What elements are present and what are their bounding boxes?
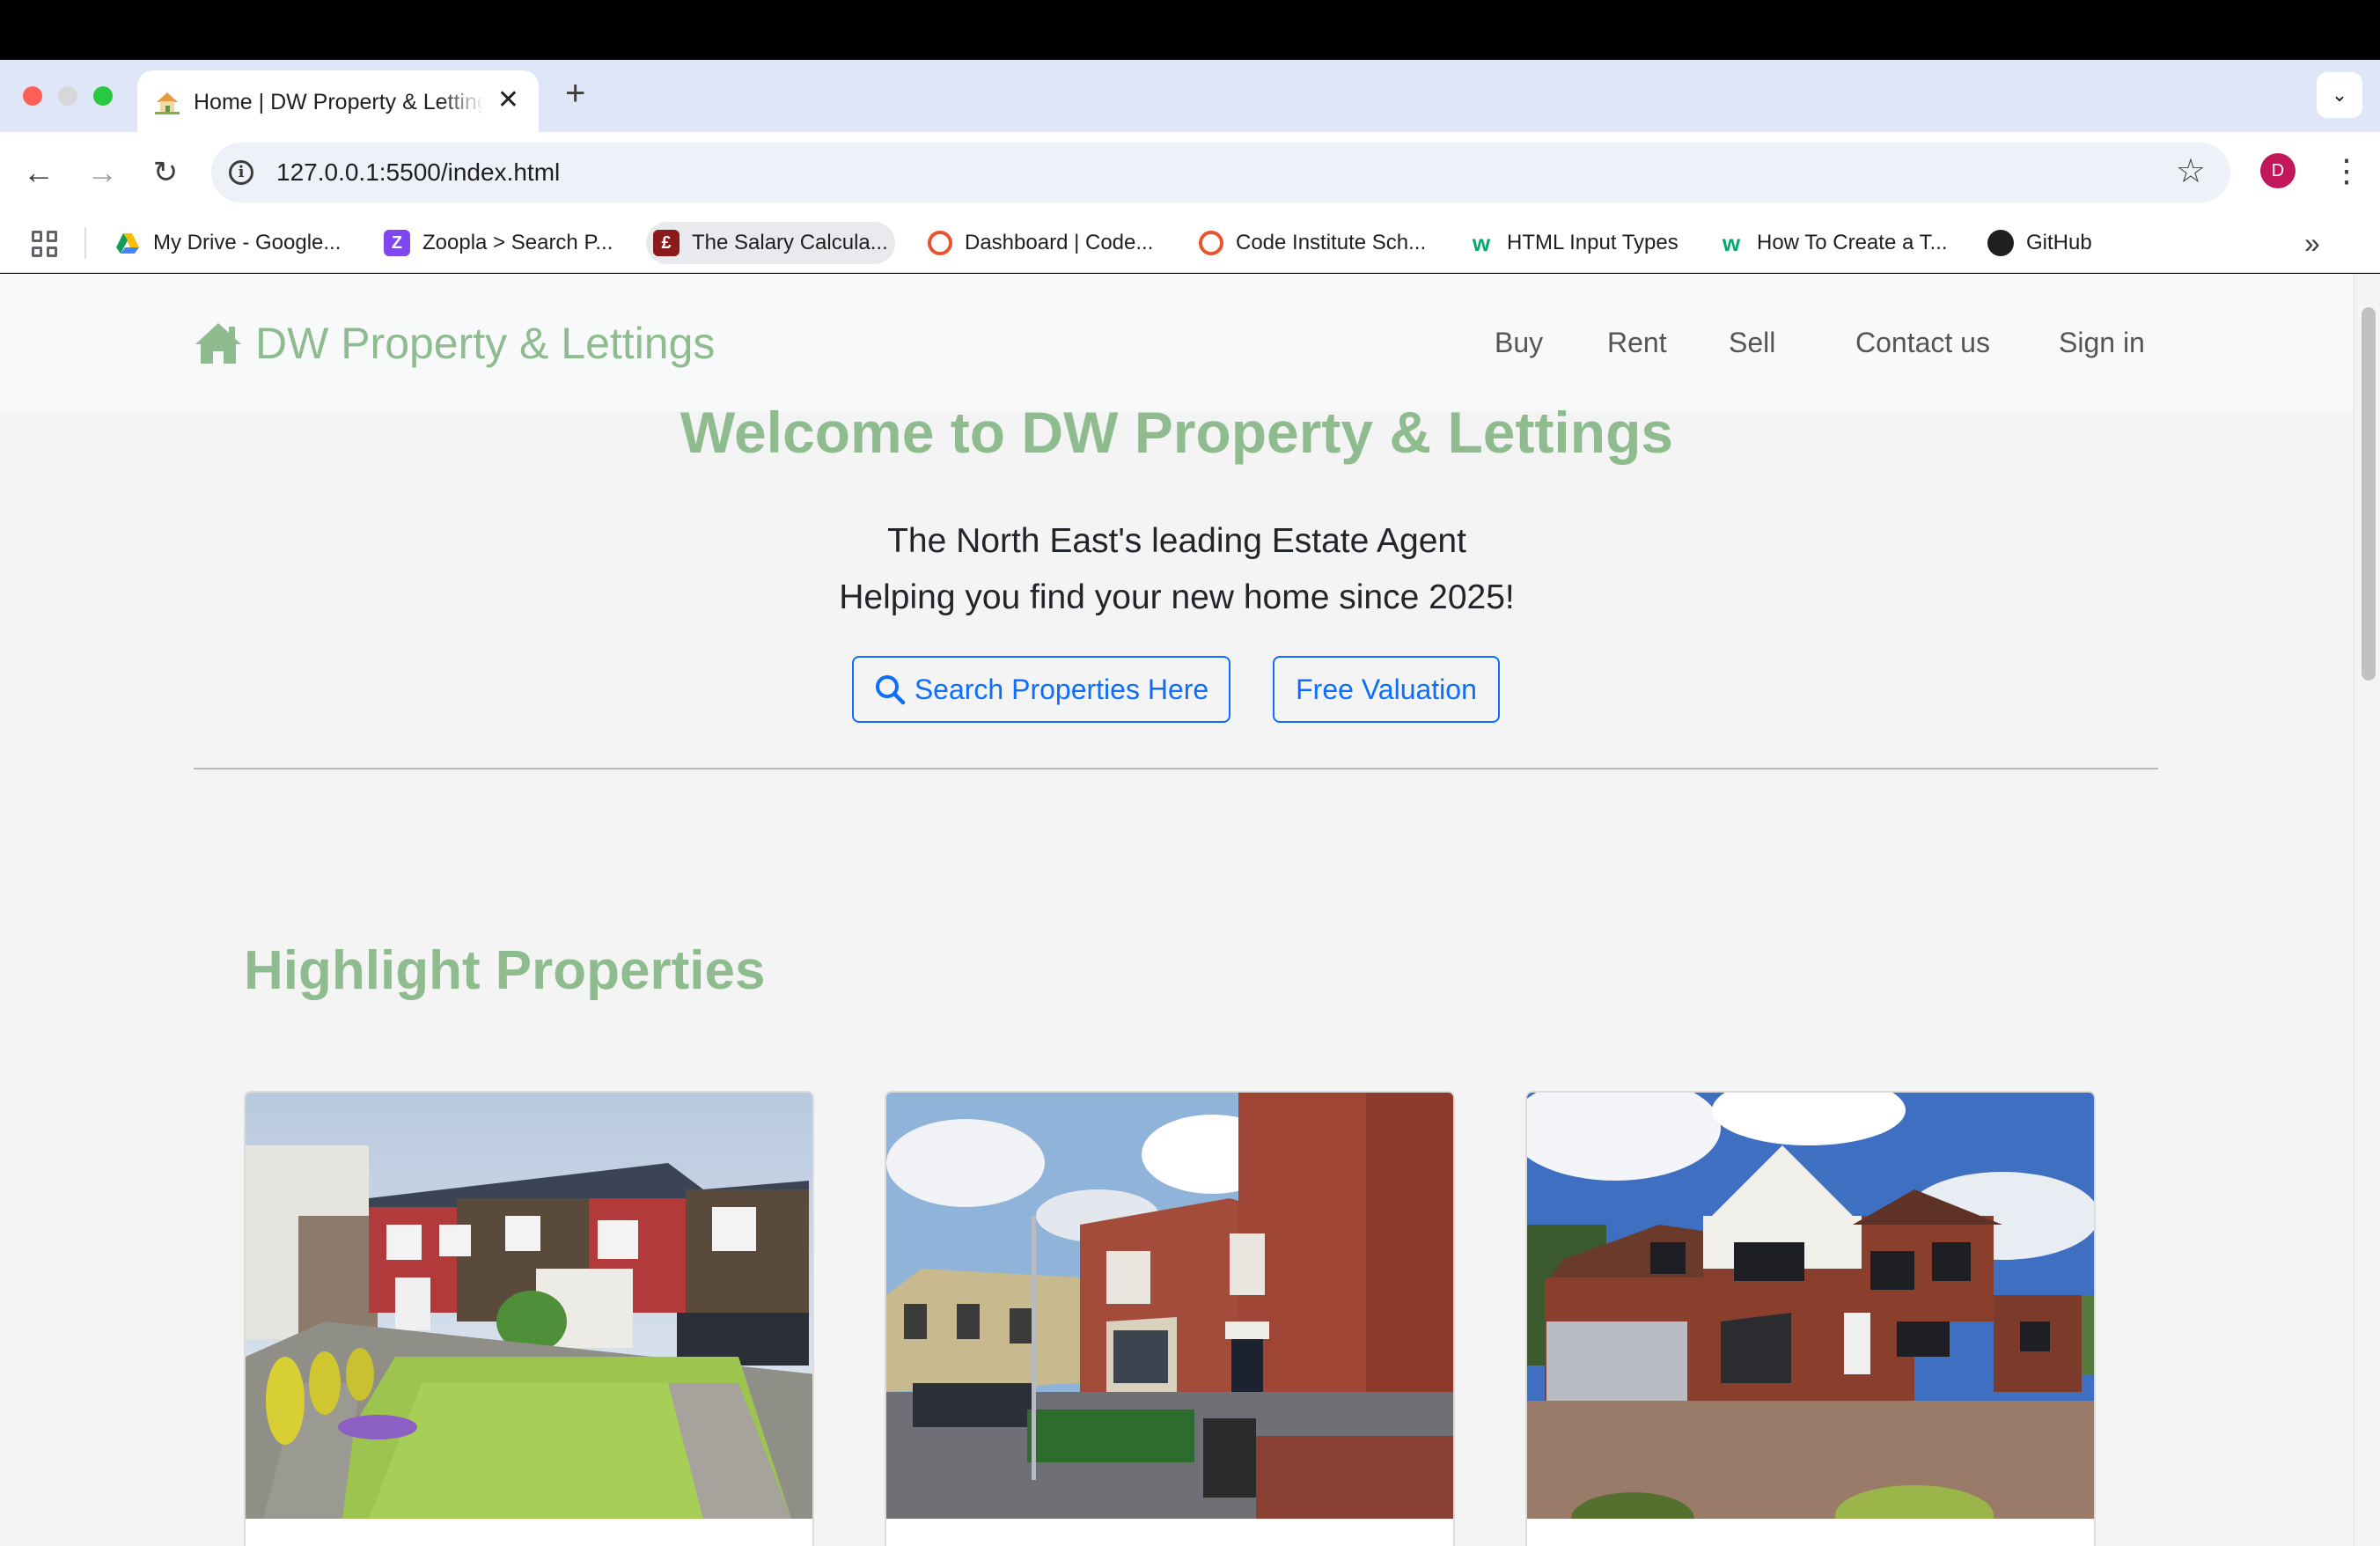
nav-link-sign-in[interactable]: Sign in	[2059, 327, 2145, 359]
bookmarks-separator	[84, 227, 86, 259]
forward-arrow-icon[interactable]: →	[81, 151, 123, 194]
w3schools-icon: w	[1722, 230, 1741, 256]
url-text[interactable]: 127.0.0.1:5500/index.html	[276, 158, 560, 187]
free-valuation-button[interactable]: Free Valuation	[1273, 656, 1500, 723]
bookmark-my-drive[interactable]: My Drive - Google...	[107, 222, 348, 264]
window-close-button[interactable]	[23, 86, 42, 106]
new-tab-button[interactable]: +	[565, 76, 585, 111]
bookmark-label: GitHub	[2026, 231, 2092, 254]
bookmark-label: Zoopla > Search P...	[422, 231, 613, 254]
property-card[interactable]	[885, 1091, 1455, 1546]
bookmark-code-institute[interactable]: Code Institute Sch...	[1192, 222, 1433, 264]
reload-icon[interactable]: ↻	[144, 151, 187, 194]
bookmark-github[interactable]: GitHub	[1980, 222, 2099, 264]
apps-grid-icon[interactable]	[32, 231, 58, 257]
bookmarks-bar: My Drive - Google... Z Zoopla > Search P…	[0, 213, 2380, 273]
pound-icon: £	[653, 230, 679, 256]
site-brand-text: DW Property & Lettings	[255, 319, 716, 368]
hero-tagline-2: Helping you find your new home since 202…	[839, 578, 1515, 616]
browser-toolbar: ← → ↻ i 127.0.0.1:5500/index.html ☆ D ⋮	[0, 132, 2380, 213]
page-viewport: DW Property & Lettings Buy Rent Sell Con…	[0, 274, 2380, 1546]
hero-title: Welcome to DW Property & Lettings	[679, 400, 1674, 465]
tab-search-button[interactable]: ⌄	[2317, 72, 2362, 118]
site-navbar: DW Property & Lettings Buy Rent Sell Con…	[0, 274, 2354, 411]
house-icon	[195, 323, 241, 364]
bookmark-salary-calculator[interactable]: £ The Salary Calcula...	[646, 222, 895, 264]
nav-link-contact[interactable]: Contact us	[1855, 327, 1990, 359]
code-institute-icon	[928, 231, 952, 255]
address-bar[interactable]: i 127.0.0.1:5500/index.html ☆	[211, 143, 2230, 202]
scrollbar-thumb[interactable]	[2362, 307, 2376, 681]
house-favicon-icon	[155, 92, 180, 114]
tab-close-icon[interactable]: ✕	[497, 86, 519, 114]
screen-top-bar	[0, 0, 2380, 60]
site-info-icon[interactable]: i	[229, 160, 253, 185]
tab-title: Home | DW Property & Lettings	[194, 90, 484, 114]
github-icon	[1987, 230, 2014, 256]
browser-menu-icon[interactable]: ⋮	[2331, 150, 2362, 192]
site-brand-link[interactable]: DW Property & Lettings	[194, 318, 715, 369]
detached-house-with-garage-photo[interactable]	[1527, 1093, 2094, 1519]
highlight-properties-title: Highlight Properties	[244, 940, 766, 1001]
window-maximize-button[interactable]	[93, 86, 113, 106]
page-scrollbar[interactable]	[2354, 274, 2380, 1546]
search-properties-button[interactable]: Search Properties Here	[852, 656, 1230, 723]
bookmark-zoopla[interactable]: Z Zoopla > Search P...	[377, 222, 620, 264]
property-card[interactable]	[1525, 1091, 2096, 1546]
semi-detached-house-with-garden-photo[interactable]	[246, 1093, 812, 1519]
bookmark-how-to-create[interactable]: w How To Create a T...	[1711, 222, 1955, 264]
red-brick-terraced-house-photo[interactable]	[886, 1093, 1453, 1519]
section-divider	[194, 768, 2158, 769]
window-minimize-button[interactable]	[58, 86, 77, 106]
property-card[interactable]	[244, 1091, 814, 1546]
bookmark-label: HTML Input Types	[1507, 231, 1678, 254]
zoopla-icon: Z	[384, 230, 410, 256]
code-institute-icon	[1199, 231, 1223, 255]
nav-link-sell[interactable]: Sell	[1729, 327, 1775, 359]
search-icon	[875, 675, 906, 705]
bookmark-label: The Salary Calcula...	[692, 231, 888, 254]
free-valuation-label: Free Valuation	[1296, 673, 1477, 705]
google-drive-icon	[116, 233, 139, 254]
nav-link-buy[interactable]: Buy	[1495, 327, 1543, 359]
bookmark-html-input-types[interactable]: w HTML Input Types	[1461, 222, 1686, 264]
bookmark-label: My Drive - Google...	[153, 231, 342, 254]
nav-link-rent[interactable]: Rent	[1607, 327, 1667, 359]
profile-avatar[interactable]: D	[2260, 153, 2296, 188]
back-arrow-icon[interactable]: ←	[18, 151, 60, 194]
bookmark-dashboard[interactable]: Dashboard | Code...	[921, 222, 1160, 264]
hero-tagline-1: The North East's leading Estate Agent	[887, 522, 1466, 560]
search-properties-label: Search Properties Here	[914, 673, 1209, 705]
browser-tab-strip: Home | DW Property & Lettings ✕ + ⌄	[0, 60, 2380, 132]
w3schools-icon: w	[1472, 230, 1491, 256]
more-bookmarks-icon[interactable]: »	[2304, 227, 2320, 260]
bookmark-label: How To Create a T...	[1757, 231, 1948, 254]
browser-tab-active[interactable]: Home | DW Property & Lettings ✕	[137, 70, 539, 132]
bookmark-star-icon[interactable]: ☆	[2176, 153, 2206, 190]
bookmark-label: Code Institute Sch...	[1236, 231, 1427, 254]
bookmark-label: Dashboard | Code...	[965, 231, 1154, 254]
